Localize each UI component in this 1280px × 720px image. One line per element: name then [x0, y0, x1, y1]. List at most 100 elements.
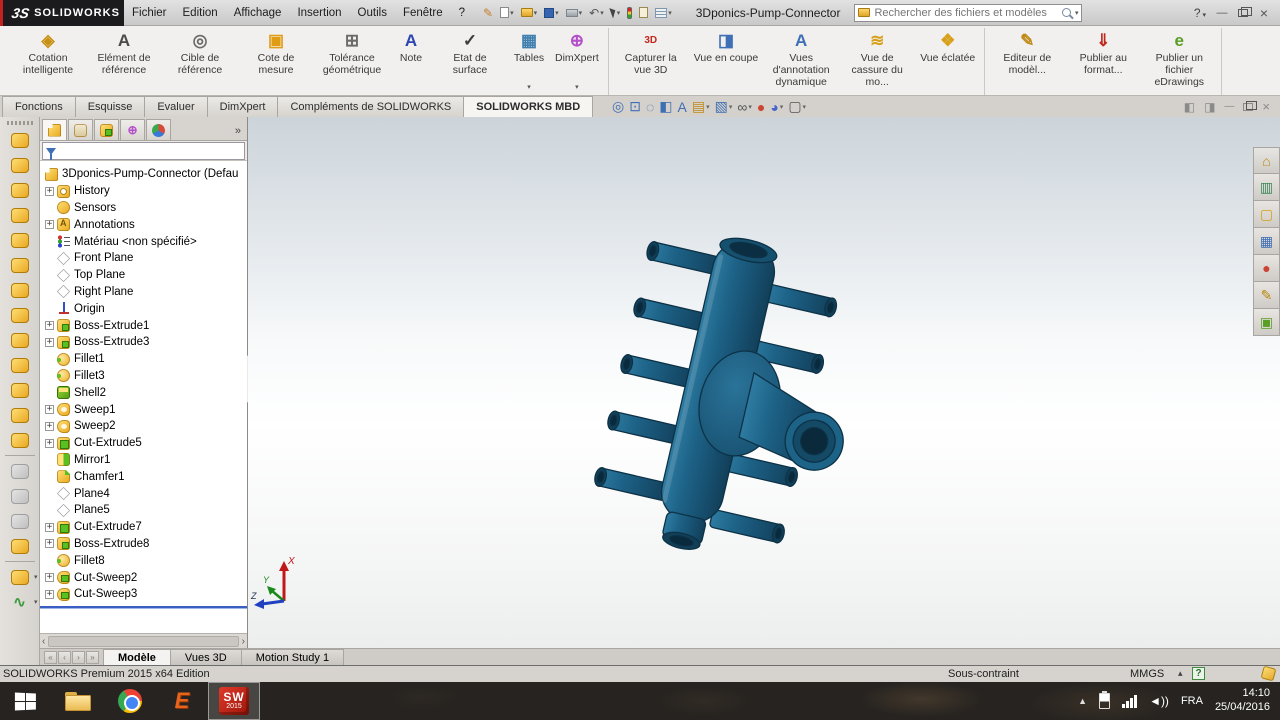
view-settings-button[interactable]: ▢ ▾	[788, 98, 806, 115]
tree-item-sensors[interactable]: Sensors	[40, 200, 247, 217]
tree-filter-input[interactable]	[60, 145, 241, 157]
battery-icon[interactable]	[1099, 691, 1111, 709]
file-properties-button[interactable]	[637, 6, 650, 19]
sketch-button[interactable]: ✎	[481, 5, 495, 21]
edit-appearance-button[interactable]: ▤ ▾	[692, 98, 710, 115]
select-button[interactable]: ▾	[608, 6, 623, 19]
dropdown-caret-icon[interactable]: ▾	[748, 103, 752, 111]
tree-item-boss-extrude1[interactable]: + Boss-Extrude1	[40, 317, 247, 334]
tab-compl-ments-de-solidworks[interactable]: Compléments de SOLIDWORKS	[277, 96, 465, 117]
ribbon-section-view[interactable]: ◨ Vue en coupe	[689, 28, 763, 94]
split-pane-right-icon[interactable]: ◨	[1204, 100, 1215, 114]
tree-item-sweep2[interactable]: + Sweep2	[40, 418, 247, 435]
feature-tool-3[interactable]	[8, 205, 32, 225]
dropdown-caret-icon[interactable]: ▾	[706, 103, 710, 111]
tree-item-boss-extrude3[interactable]: + Boss-Extrude3	[40, 334, 247, 351]
scroll-left-arrow[interactable]: ‹	[42, 636, 45, 647]
expand-icon[interactable]: +	[45, 573, 54, 583]
doc-restore-button[interactable]	[1243, 100, 1258, 111]
ribbon-smart-dimension[interactable]: ◈ Cotation intelligente	[10, 28, 86, 94]
taskpane-custom-properties[interactable]: ✎	[1253, 282, 1280, 309]
taskpane-solidworks-forum[interactable]: ▣	[1253, 309, 1280, 336]
save-button[interactable]: ▾	[542, 7, 561, 19]
graphics-viewport[interactable]: X Y Z ⌂ ▥ ▢ ▦ ● ✎ ▣	[248, 117, 1280, 648]
expand-icon[interactable]: +	[45, 589, 54, 599]
ribbon-break-view[interactable]: ≋ Vue de cassure du mo...	[839, 28, 915, 94]
feature-tool-4[interactable]	[8, 230, 32, 250]
ribbon-measure-dimension[interactable]: ▣ Cote de mesure	[238, 28, 314, 94]
tree-item-front-plane[interactable]: Front Plane	[40, 250, 247, 267]
dropdown-caret-icon[interactable]: ▾	[34, 573, 38, 581]
search-dropdown-caret[interactable]: ▾	[1075, 9, 1079, 17]
restore-button[interactable]	[1238, 6, 1252, 17]
print-button[interactable]: ▾	[564, 8, 585, 18]
tree-root-item[interactable]: 3Dponics-Pump-Connector (Defau	[40, 166, 247, 183]
ribbon-note[interactable]: A Note	[390, 28, 432, 94]
tree-filter-box[interactable]	[42, 142, 245, 160]
taskbar-solidworks[interactable]: SW 2015	[208, 682, 260, 720]
tree-item-mirror1[interactable]: Mirror1	[40, 452, 247, 469]
ribbon-dynamic-annotation-views[interactable]: A Vues d'annotation dynamique	[763, 28, 839, 94]
feature-tool-5[interactable]	[8, 255, 32, 275]
expand-icon[interactable]: +	[45, 220, 54, 230]
options-button[interactable]: ▾	[653, 7, 674, 19]
feature-tool-17[interactable]	[8, 536, 32, 556]
dropdown-caret-icon[interactable]: ▾	[729, 103, 733, 111]
taskbar-edrawings[interactable]: E	[156, 682, 208, 720]
feature-tool-20[interactable]: ∿ ▾	[8, 592, 37, 612]
menu-fenêtre[interactable]: Fenêtre	[395, 0, 451, 26]
feature-tool-6[interactable]	[8, 280, 32, 300]
tab-featuremanager[interactable]	[42, 119, 67, 140]
language-indicator[interactable]: FRA	[1181, 695, 1203, 707]
menu-outils[interactable]: Outils	[350, 0, 395, 26]
section-view-button[interactable]: ◧	[659, 98, 672, 115]
search-icon[interactable]	[1061, 8, 1071, 17]
start-button[interactable]	[0, 682, 52, 720]
tab-nav-next[interactable]: ›	[72, 650, 85, 664]
tab-displaymanager[interactable]	[146, 119, 171, 140]
tab-nav-prev[interactable]: ‹	[58, 650, 71, 664]
expand-icon[interactable]: +	[45, 539, 54, 549]
panel-expand-chevron[interactable]: »	[235, 125, 245, 140]
status-units[interactable]: MMGS	[1130, 668, 1164, 680]
tree-item-boss-extrude8[interactable]: + Boss-Extrude8	[40, 536, 247, 553]
search-input[interactable]	[874, 6, 1058, 19]
split-pane-left-icon[interactable]: ◧	[1184, 100, 1195, 114]
open-button[interactable]: ▾	[519, 7, 540, 18]
dropdown-caret-icon[interactable]: ▾	[780, 103, 784, 111]
tree-item-cut-sweep2[interactable]: + Cut-Sweep2	[40, 569, 247, 586]
feature-tool-16[interactable]	[8, 511, 32, 531]
tab-esquisse[interactable]: Esquisse	[74, 96, 146, 117]
ribbon-publish-edrawings[interactable]: e Publier un fichier eDrawings	[1141, 28, 1217, 94]
toolbar-grip[interactable]	[6, 121, 33, 125]
feature-tool-9[interactable]	[8, 355, 32, 375]
ribbon-surface-finish[interactable]: ✓ Etat de surface	[432, 28, 508, 94]
tree-item-sweep1[interactable]: + Sweep1	[40, 401, 247, 418]
taskpane-home[interactable]: ⌂	[1253, 147, 1280, 174]
expand-icon[interactable]: +	[45, 438, 54, 448]
tab-nav-first[interactable]: «	[44, 650, 57, 664]
doc-close-button[interactable]: ×	[1262, 99, 1270, 114]
network-signal-icon[interactable]	[1122, 694, 1138, 708]
close-button[interactable]: ×	[1256, 5, 1272, 21]
ribbon-exploded-view[interactable]: ❖ Vue éclatée	[915, 28, 980, 94]
feature-tool-1[interactable]	[8, 155, 32, 175]
tree-item-origin[interactable]: Origin	[40, 300, 247, 317]
taskbar-file-explorer[interactable]	[52, 682, 104, 720]
ribbon-capture-3d-view[interactable]: 3D Capturer la vue 3D	[613, 28, 689, 94]
tree-item-fillet3[interactable]: Fillet3	[40, 368, 247, 385]
rollback-bar[interactable]	[40, 605, 247, 609]
reference-triad[interactable]: X Y Z	[250, 551, 314, 615]
hide-show-items-button[interactable]: ◕ ▾	[770, 99, 783, 115]
taskpane-solidworks-resources[interactable]: ▥	[1253, 174, 1280, 201]
taskpane-design-library[interactable]: ▢	[1253, 201, 1280, 228]
minimize-button[interactable]: —	[1214, 7, 1230, 19]
taskbar-chrome[interactable]	[104, 682, 156, 720]
undo-button[interactable]: ↶ ▾	[587, 7, 606, 19]
magnified-selection-button[interactable]: ◌	[646, 99, 654, 115]
model-tab-vues-3d[interactable]: Vues 3D	[169, 649, 242, 665]
dropdown-caret-icon[interactable]: ▾	[34, 598, 38, 606]
model-tab-motion-study-1[interactable]: Motion Study 1	[240, 649, 345, 665]
tree-item-top-plane[interactable]: Top Plane	[40, 267, 247, 284]
dynamic-annotation-views-button[interactable]: A	[678, 99, 687, 115]
